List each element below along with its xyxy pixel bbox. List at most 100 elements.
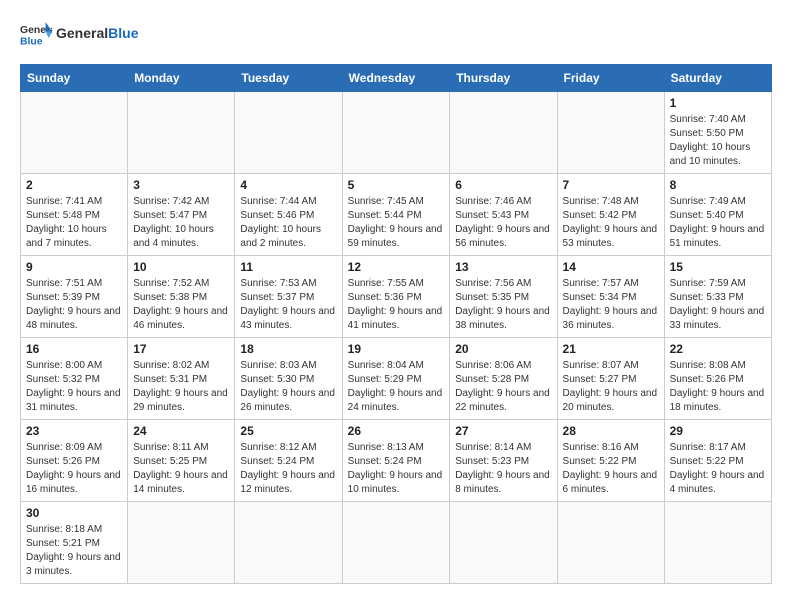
day-info: Sunrise: 7:40 AM Sunset: 5:50 PM Dayligh… [670, 113, 766, 169]
calendar-cell: 15Sunrise: 7:59 AM Sunset: 5:33 PM Dayli… [664, 256, 771, 338]
col-header-wednesday: Wednesday [342, 65, 450, 92]
day-number: 17 [133, 342, 229, 356]
calendar-cell: 19Sunrise: 8:04 AM Sunset: 5:29 PM Dayli… [342, 338, 450, 420]
svg-text:Blue: Blue [20, 36, 43, 47]
day-number: 6 [455, 178, 551, 192]
day-number: 13 [455, 260, 551, 274]
day-info: Sunrise: 8:07 AM Sunset: 5:27 PM Dayligh… [563, 359, 659, 415]
header: General Blue GeneralBlue [20, 20, 772, 48]
calendar-cell: 18 Sunrise: 8:03 AM Sunset: 5:30 PM Dayli… [235, 338, 342, 420]
calendar-cell [128, 502, 235, 584]
day-number: 14 [563, 260, 659, 274]
week-row-3: 9 Sunrise: 7:51 AM Sunset: 5:39 PM Daylig… [21, 256, 772, 338]
calendar-cell: 2Sunrise: 7:41 AM Sunset: 5:48 PM Daylig… [21, 174, 128, 256]
calendar-cell: 30 Sunrise: 8:18 AM Sunset: 5:21 PM Dayli… [21, 502, 128, 584]
calendar-cell: 16Sunrise: 8:00 AM Sunset: 5:32 PM Dayli… [21, 338, 128, 420]
day-info: Sunrise: 7:51 AM Sunset: 5:39 PM Dayligh… [26, 277, 122, 333]
calendar-cell [664, 502, 771, 584]
day-info: Sunrise: 8:16 AM Sunset: 5:22 PM Dayligh… [563, 441, 659, 497]
day-info: Sunrise: 7:48 AM Sunset: 5:42 PM Dayligh… [563, 195, 659, 251]
day-info: Sunrise: 8:02 AM Sunset: 5:31 PM Dayligh… [133, 359, 229, 415]
day-number: 27 [455, 424, 551, 438]
day-number: 18 [240, 342, 336, 356]
calendar-cell [235, 92, 342, 174]
day-number: 30 [26, 506, 122, 520]
day-info: Sunrise: 8:09 AM Sunset: 5:26 PM Dayligh… [26, 441, 122, 497]
calendar-cell [450, 92, 557, 174]
day-number: 2 [26, 178, 122, 192]
day-number: 3 [133, 178, 229, 192]
week-row-4: 16Sunrise: 8:00 AM Sunset: 5:32 PM Dayli… [21, 338, 772, 420]
calendar-cell: 25Sunrise: 8:12 AM Sunset: 5:24 PM Dayli… [235, 420, 342, 502]
calendar-cell: 20Sunrise: 8:06 AM Sunset: 5:28 PM Dayli… [450, 338, 557, 420]
week-row-1: 1Sunrise: 7:40 AM Sunset: 5:50 PM Daylig… [21, 92, 772, 174]
day-number: 26 [348, 424, 445, 438]
day-info: Sunrise: 8:11 AM Sunset: 5:25 PM Dayligh… [133, 441, 229, 497]
day-number: 4 [240, 178, 336, 192]
calendar-cell [128, 92, 235, 174]
calendar-cell: 28 Sunrise: 8:16 AM Sunset: 5:22 PM Dayli… [557, 420, 664, 502]
day-info: Sunrise: 7:45 AM Sunset: 5:44 PM Dayligh… [348, 195, 445, 251]
week-row-6: 30 Sunrise: 8:18 AM Sunset: 5:21 PM Dayli… [21, 502, 772, 584]
calendar-cell: 5 Sunrise: 7:45 AM Sunset: 5:44 PM Daylig… [342, 174, 450, 256]
calendar-cell: 1Sunrise: 7:40 AM Sunset: 5:50 PM Daylig… [664, 92, 771, 174]
header-row: SundayMondayTuesdayWednesdayThursdayFrid… [21, 65, 772, 92]
day-info: Sunrise: 7:46 AM Sunset: 5:43 PM Dayligh… [455, 195, 551, 251]
calendar-cell [342, 92, 450, 174]
calendar-cell: 24Sunrise: 8:11 AM Sunset: 5:25 PM Dayli… [128, 420, 235, 502]
day-number: 7 [563, 178, 659, 192]
day-info: Sunrise: 7:44 AM Sunset: 5:46 PM Dayligh… [240, 195, 336, 251]
day-number: 8 [670, 178, 766, 192]
calendar-cell: 9 Sunrise: 7:51 AM Sunset: 5:39 PM Daylig… [21, 256, 128, 338]
week-row-5: 23 Sunrise: 8:09 AM Sunset: 5:26 PM Dayli… [21, 420, 772, 502]
day-info: Sunrise: 8:14 AM Sunset: 5:23 PM Dayligh… [455, 441, 551, 497]
day-number: 22 [670, 342, 766, 356]
calendar-cell: 11Sunrise: 7:53 AM Sunset: 5:37 PM Dayli… [235, 256, 342, 338]
day-info: Sunrise: 7:55 AM Sunset: 5:36 PM Dayligh… [348, 277, 445, 333]
day-number: 23 [26, 424, 122, 438]
calendar-cell: 23 Sunrise: 8:09 AM Sunset: 5:26 PM Dayli… [21, 420, 128, 502]
day-number: 28 [563, 424, 659, 438]
day-number: 10 [133, 260, 229, 274]
calendar-cell: 12Sunrise: 7:55 AM Sunset: 5:36 PM Dayli… [342, 256, 450, 338]
calendar-cell: 14 Sunrise: 7:57 AM Sunset: 5:34 PM Dayli… [557, 256, 664, 338]
day-number: 20 [455, 342, 551, 356]
day-number: 5 [348, 178, 445, 192]
logo-blue-text: Blue [108, 25, 138, 41]
day-info: Sunrise: 8:17 AM Sunset: 5:22 PM Dayligh… [670, 441, 766, 497]
col-header-thursday: Thursday [450, 65, 557, 92]
day-info: Sunrise: 7:42 AM Sunset: 5:47 PM Dayligh… [133, 195, 229, 251]
week-row-2: 2Sunrise: 7:41 AM Sunset: 5:48 PM Daylig… [21, 174, 772, 256]
calendar-cell: 17 Sunrise: 8:02 AM Sunset: 5:31 PM Dayli… [128, 338, 235, 420]
day-number: 9 [26, 260, 122, 274]
col-header-saturday: Saturday [664, 65, 771, 92]
day-info: Sunrise: 7:52 AM Sunset: 5:38 PM Dayligh… [133, 277, 229, 333]
day-info: Sunrise: 8:00 AM Sunset: 5:32 PM Dayligh… [26, 359, 122, 415]
day-info: Sunrise: 7:57 AM Sunset: 5:34 PM Dayligh… [563, 277, 659, 333]
calendar-cell: 13Sunrise: 7:56 AM Sunset: 5:35 PM Dayli… [450, 256, 557, 338]
logo: General Blue GeneralBlue [20, 20, 138, 48]
day-number: 15 [670, 260, 766, 274]
calendar-cell: 10 Sunrise: 7:52 AM Sunset: 5:38 PM Dayli… [128, 256, 235, 338]
calendar-cell: 22 Sunrise: 8:08 AM Sunset: 5:26 PM Dayli… [664, 338, 771, 420]
day-info: Sunrise: 8:08 AM Sunset: 5:26 PM Dayligh… [670, 359, 766, 415]
calendar-cell [342, 502, 450, 584]
col-header-tuesday: Tuesday [235, 65, 342, 92]
day-info: Sunrise: 7:49 AM Sunset: 5:40 PM Dayligh… [670, 195, 766, 251]
calendar-cell: 8 Sunrise: 7:49 AM Sunset: 5:40 PM Daylig… [664, 174, 771, 256]
logo-general-text: General [56, 25, 108, 41]
calendar-cell: 3 Sunrise: 7:42 AM Sunset: 5:47 PM Daylig… [128, 174, 235, 256]
day-info: Sunrise: 8:03 AM Sunset: 5:30 PM Dayligh… [240, 359, 336, 415]
calendar-cell: 7 Sunrise: 7:48 AM Sunset: 5:42 PM Daylig… [557, 174, 664, 256]
calendar-table: SundayMondayTuesdayWednesdayThursdayFrid… [20, 64, 772, 584]
generalblue-logo-icon: General Blue [20, 20, 52, 48]
day-info: Sunrise: 8:18 AM Sunset: 5:21 PM Dayligh… [26, 523, 122, 579]
col-header-friday: Friday [557, 65, 664, 92]
day-number: 19 [348, 342, 445, 356]
day-number: 11 [240, 260, 336, 274]
day-number: 21 [563, 342, 659, 356]
calendar-cell: 6 Sunrise: 7:46 AM Sunset: 5:43 PM Daylig… [450, 174, 557, 256]
day-info: Sunrise: 8:12 AM Sunset: 5:24 PM Dayligh… [240, 441, 336, 497]
calendar-cell [21, 92, 128, 174]
calendar-cell: 4 Sunrise: 7:44 AM Sunset: 5:46 PM Daylig… [235, 174, 342, 256]
